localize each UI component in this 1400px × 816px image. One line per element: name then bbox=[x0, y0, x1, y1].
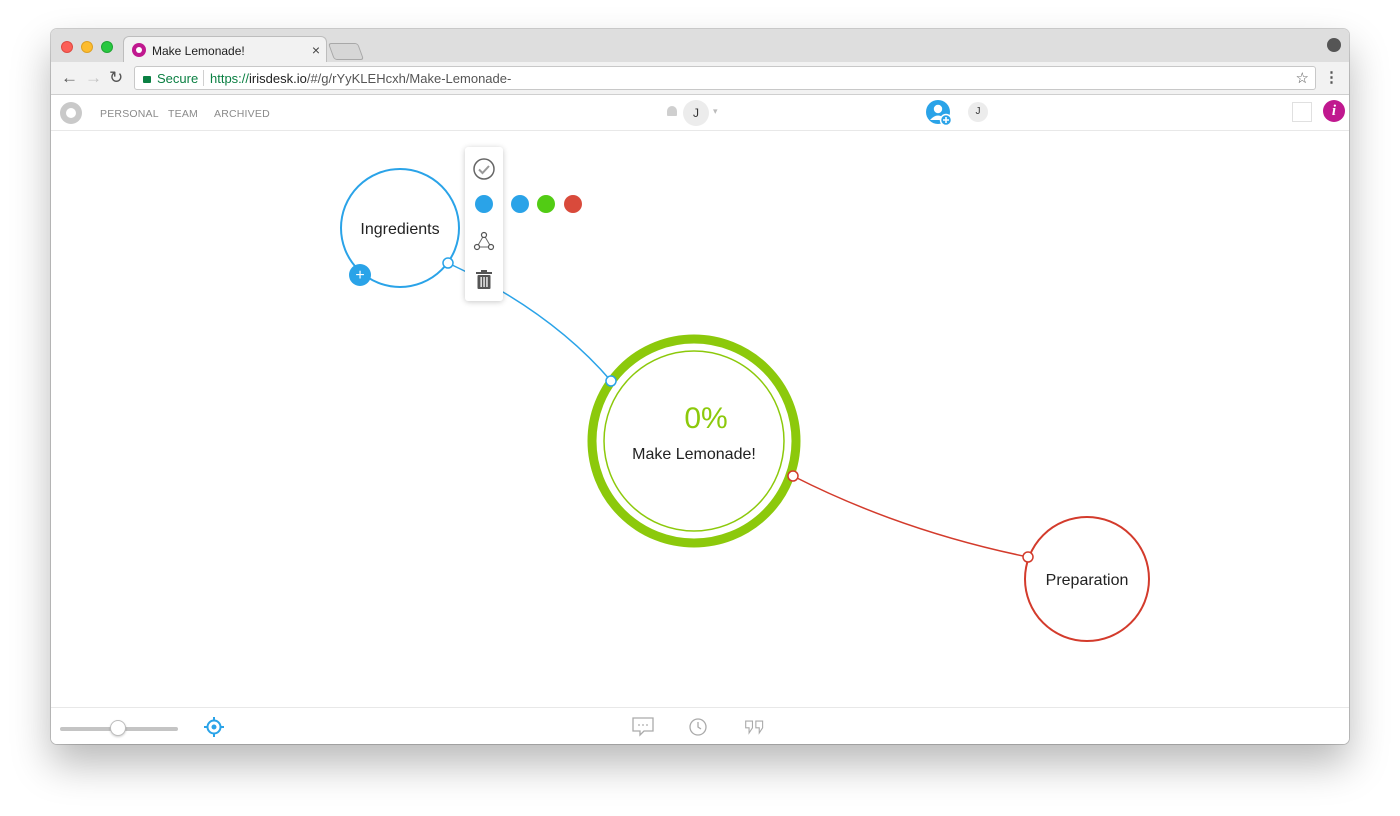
zoom-slider-thumb[interactable] bbox=[110, 720, 126, 736]
divider bbox=[203, 70, 204, 86]
url-host: irisdesk.io bbox=[249, 71, 307, 86]
node-root[interactable]: 0% Make Lemonade! bbox=[587, 334, 801, 548]
reload-icon[interactable]: ↻ bbox=[109, 68, 123, 88]
mindmap-svg: Ingredients + 0% Make Lemonade! Preparat… bbox=[340, 168, 1150, 642]
bell-icon[interactable] bbox=[667, 106, 677, 116]
tab-close-button[interactable]: × bbox=[312, 42, 320, 58]
back-icon[interactable]: ← bbox=[61, 68, 78, 88]
color-option-green[interactable] bbox=[537, 195, 555, 213]
bottom-toolbar bbox=[51, 707, 1349, 744]
check-circle-icon[interactable] bbox=[472, 157, 496, 181]
node-label: Preparation bbox=[1046, 572, 1129, 589]
chevron-down-icon[interactable]: ▾ bbox=[713, 106, 718, 117]
progress-label: 0% bbox=[684, 402, 727, 435]
trash-icon[interactable] bbox=[474, 269, 494, 291]
browser-toolbar: ← → ↻ Secure https://irisdesk.io/#/g/rYy… bbox=[51, 62, 1349, 95]
user-avatar[interactable]: J bbox=[683, 100, 709, 126]
bookmark-star-icon[interactable]: ☆ bbox=[1296, 69, 1309, 87]
connection-handle[interactable] bbox=[442, 257, 454, 269]
plus-icon: + bbox=[355, 267, 364, 284]
url-path: /#/g/rYyKLEHcxh/Make-Lemonade- bbox=[306, 71, 512, 86]
nav-personal[interactable]: PERSONAL bbox=[100, 108, 159, 120]
tab-title: Make Lemonade! bbox=[152, 44, 245, 58]
connector-preparation bbox=[792, 475, 1029, 558]
history-icon[interactable] bbox=[687, 717, 709, 737]
color-option-red[interactable] bbox=[564, 195, 582, 213]
member-avatar[interactable]: J bbox=[968, 102, 988, 122]
connect-nodes-icon[interactable] bbox=[473, 231, 495, 253]
node-preparation[interactable]: Preparation bbox=[1024, 516, 1150, 642]
add-member-icon[interactable] bbox=[926, 100, 952, 126]
secure-label: Secure bbox=[157, 71, 199, 86]
app-logo-icon[interactable] bbox=[60, 102, 82, 124]
secure-indicator[interactable]: Secure bbox=[143, 71, 198, 86]
url-scheme: https:// bbox=[210, 71, 250, 86]
info-icon[interactable]: i bbox=[1323, 100, 1345, 122]
lock-icon bbox=[143, 76, 151, 83]
browser-window: Make Lemonade! × ← → ↻ Secure https://ir… bbox=[51, 29, 1349, 744]
app-header: PERSONAL TEAM ARCHIVED J ▾ J i bbox=[51, 95, 1349, 131]
quote-icon[interactable] bbox=[744, 717, 766, 737]
connection-handle[interactable] bbox=[605, 375, 617, 387]
browser-menu-icon[interactable]: ⋮ bbox=[1324, 68, 1339, 86]
profile-icon[interactable] bbox=[1327, 38, 1341, 52]
node-actions-popover bbox=[465, 147, 503, 301]
address-bar[interactable]: Secure https://irisdesk.io/#/g/rYyKLEHcx… bbox=[134, 66, 1316, 90]
favicon-icon bbox=[132, 43, 146, 57]
connection-handle[interactable] bbox=[787, 470, 799, 482]
connection-handle[interactable] bbox=[1022, 551, 1034, 563]
node-label: Ingredients bbox=[360, 221, 439, 238]
close-window-button[interactable] bbox=[61, 41, 73, 53]
comment-icon[interactable] bbox=[632, 717, 654, 737]
minimize-window-button[interactable] bbox=[81, 41, 93, 53]
browser-tab[interactable]: Make Lemonade! × bbox=[123, 36, 327, 63]
forward-icon[interactable]: → bbox=[85, 68, 102, 88]
mindmap-canvas[interactable]: Ingredients + 0% Make Lemonade! Preparat… bbox=[51, 131, 1349, 706]
title-bar: Make Lemonade! × bbox=[51, 29, 1349, 63]
url-text[interactable]: https://irisdesk.io/#/g/rYyKLEHcxh/Make-… bbox=[210, 71, 511, 86]
color-picker-button[interactable] bbox=[475, 195, 493, 213]
maximize-window-button[interactable] bbox=[101, 41, 113, 53]
fullscreen-icon[interactable] bbox=[1292, 102, 1312, 122]
nav-team[interactable]: TEAM bbox=[168, 108, 198, 120]
nav-archived[interactable]: ARCHIVED bbox=[214, 108, 270, 120]
color-option-blue[interactable] bbox=[511, 195, 529, 213]
new-tab-button[interactable] bbox=[327, 43, 365, 60]
add-child-button[interactable]: + bbox=[349, 264, 371, 286]
node-label: Make Lemonade! bbox=[632, 446, 756, 463]
locate-icon[interactable] bbox=[204, 717, 224, 737]
